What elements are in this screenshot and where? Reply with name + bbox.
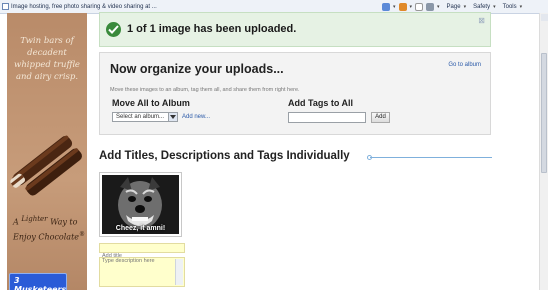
page-menu[interactable]: Page xyxy=(447,4,461,10)
brand-name: 3 Musketeers xyxy=(14,276,67,290)
brand-logo: 3 Musketeers xyxy=(9,273,67,290)
page-menu-dropdown-icon[interactable]: ▾ xyxy=(464,4,467,10)
ad-tagline-way: Way to xyxy=(50,217,78,227)
ad-tagline-a: A xyxy=(13,217,19,227)
organize-description: Move these images to an album, tag them … xyxy=(110,87,300,93)
tools-menu[interactable]: Tools xyxy=(503,4,517,10)
image-description-field[interactable] xyxy=(99,257,185,287)
feeds-icon[interactable] xyxy=(398,2,407,11)
go-to-album-link[interactable]: Go to album xyxy=(448,62,481,68)
add-tags-button[interactable]: Add xyxy=(371,112,390,123)
browser-tab[interactable]: Image hosting, free photo sharing & vide… xyxy=(2,1,157,12)
chevron-down-icon[interactable] xyxy=(168,113,177,121)
tools-menu-dropdown-icon[interactable]: ▾ xyxy=(520,4,523,10)
read-mail-icon[interactable] xyxy=(415,2,424,11)
upload-success-notice: 1 of 1 image has been uploaded. ⊠ xyxy=(99,12,491,47)
scroll-up-icon[interactable] xyxy=(541,14,548,21)
upload-success-message: 1 of 1 image has been uploaded. xyxy=(127,23,297,35)
section-heading: Add Titles, Descriptions and Tags Indivi… xyxy=(99,150,350,162)
description-textarea[interactable] xyxy=(100,258,176,284)
ad-tagline: A Lighter Way to Enjoy Chocolate® xyxy=(13,213,85,243)
candy-bar-image xyxy=(10,135,82,196)
dog-photo: Cheez, it amni! xyxy=(102,175,179,234)
image-title-field[interactable] xyxy=(99,243,185,260)
album-select-value: Select an album... xyxy=(116,114,165,120)
feeds-dropdown-icon[interactable]: ▾ xyxy=(410,4,413,10)
scroll-thumb[interactable] xyxy=(541,53,547,173)
safety-menu[interactable]: Safety xyxy=(473,4,490,10)
print-icon[interactable] xyxy=(426,2,435,11)
image-caption: Cheez, it amni! xyxy=(115,225,166,232)
move-all-label: Move All to Album xyxy=(112,98,190,108)
organize-panel: Now organize your uploads... Go to album… xyxy=(99,52,491,135)
add-tags-label: Add Tags to All xyxy=(288,98,353,108)
check-circle-icon xyxy=(106,22,121,37)
home-icon[interactable] xyxy=(382,2,390,11)
command-bar: ▾ ▾ ▾ Page ▾ Safety ▾ Tools ▾ xyxy=(382,1,522,12)
organize-title: Now organize your uploads... xyxy=(110,62,284,76)
tab-title: Image hosting, free photo sharing & vide… xyxy=(11,3,157,10)
page-scrollbar[interactable] xyxy=(539,13,548,290)
print-dropdown-icon[interactable]: ▾ xyxy=(437,4,440,10)
safety-menu-dropdown-icon[interactable]: ▾ xyxy=(493,4,496,10)
favicon-icon xyxy=(2,3,9,10)
tags-input[interactable] xyxy=(288,112,366,123)
advertisement-banner[interactable]: Twin bars of decadent whipped truffle an… xyxy=(7,13,87,290)
home-dropdown-icon[interactable]: ▾ xyxy=(393,4,396,10)
divider-line xyxy=(370,157,492,158)
ad-headline: Twin bars of decadent whipped truffle an… xyxy=(14,36,80,82)
ad-tagline-lighter: Lighter xyxy=(21,215,48,223)
ad-tagline-chocolate: Enjoy Chocolate xyxy=(13,232,80,242)
add-new-album-link[interactable]: Add new... xyxy=(182,114,210,120)
close-icon[interactable]: ⊠ xyxy=(478,16,485,25)
description-scrollbar[interactable] xyxy=(175,259,183,285)
ad-trademark: ® xyxy=(79,230,86,238)
album-select[interactable]: Select an album... xyxy=(112,112,178,122)
image-thumbnail[interactable]: Cheez, it amni! xyxy=(99,172,182,237)
